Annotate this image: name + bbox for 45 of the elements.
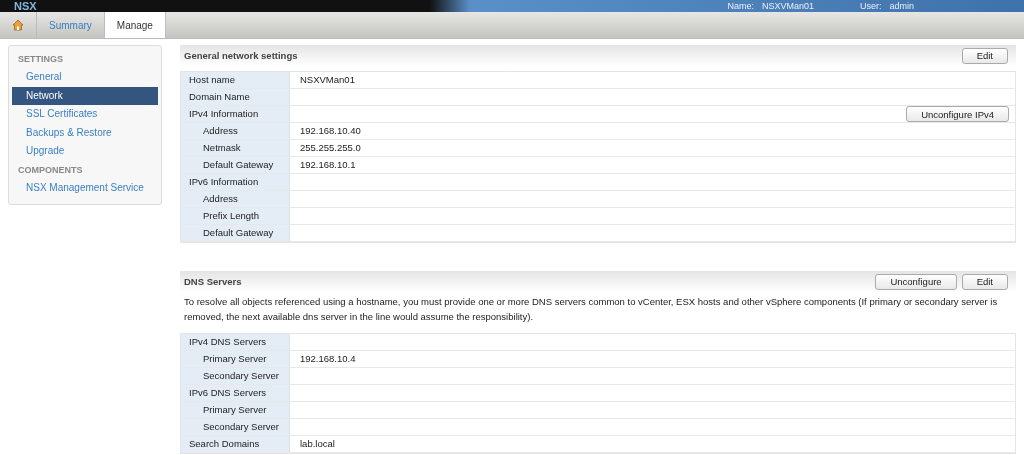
name-label: Name: xyxy=(727,0,754,12)
sidebar-item[interactable]: Backups & Restore xyxy=(12,123,158,142)
field-label: Secondary Server xyxy=(181,419,290,435)
field-label: Address xyxy=(181,191,290,207)
sidebar-item[interactable]: NSX Management Service xyxy=(12,178,158,197)
field-value: 192.168.10.4 xyxy=(299,352,356,366)
section-title: General network settings xyxy=(184,50,299,61)
field-label: IPv4 DNS Servers xyxy=(181,334,290,350)
description-text: To resolve all objects referenced using a hostname, you must provide one or more DNS servers common to vCenter, ESX hosts and other vSphere components (If primary or secondary server is removed, the next available dns server in the line would assume the responsibility). xyxy=(183,295,999,324)
field-value: NSXVMan01 xyxy=(299,73,355,87)
field-label: Domain Name xyxy=(181,89,290,105)
sidebar-item[interactable]: General xyxy=(12,68,158,87)
field-label: IPv6 Information xyxy=(181,174,290,190)
sidebar-item[interactable]: SSL Certificates xyxy=(12,105,158,124)
tab[interactable]: Manage xyxy=(104,12,166,38)
field-label: Prefix Length xyxy=(181,208,290,224)
logo: NSX xyxy=(14,0,37,12)
field-label: Primary Server xyxy=(181,351,290,367)
user-value: admin xyxy=(889,0,914,12)
field-value: 255.255.255.0 xyxy=(299,141,361,155)
field-label: Default Gateway xyxy=(181,157,290,173)
field-value: 192.168.10.40 xyxy=(299,124,361,138)
field-label: IPv6 DNS Servers xyxy=(181,385,290,401)
unconfigure-button[interactable]: Unconfigure IPv4 xyxy=(906,106,1009,122)
sidebar-heading: SETTINGS xyxy=(17,53,64,66)
field-label: Host name xyxy=(181,72,290,88)
field-label: Search Domains xyxy=(181,436,290,452)
field-label: Netmask xyxy=(181,140,290,156)
sidebar-heading: COMPONENTS xyxy=(17,163,84,177)
field-label: Primary Server xyxy=(181,402,290,418)
field-label: Secondary Server xyxy=(181,368,290,384)
name-value: NSXVMan01 xyxy=(761,0,814,12)
field-label: IPv4 Information xyxy=(181,106,290,122)
header-button[interactable]: Edit xyxy=(961,273,1008,290)
sidebar-item[interactable]: Upgrade xyxy=(12,142,158,161)
header-button[interactable]: Unconfigure xyxy=(875,273,957,290)
header-button[interactable]: Edit xyxy=(961,47,1008,64)
field-value: 192.168.10.1 xyxy=(299,158,356,172)
user-label: User: xyxy=(859,0,882,12)
field-label: Default Gateway xyxy=(181,225,290,241)
field-label: Address xyxy=(181,123,290,139)
sidebar-item[interactable]: Network xyxy=(12,86,158,105)
field-value: lab.local xyxy=(299,437,335,451)
section-title: DNS Servers xyxy=(184,276,243,287)
house-icon xyxy=(12,19,24,31)
